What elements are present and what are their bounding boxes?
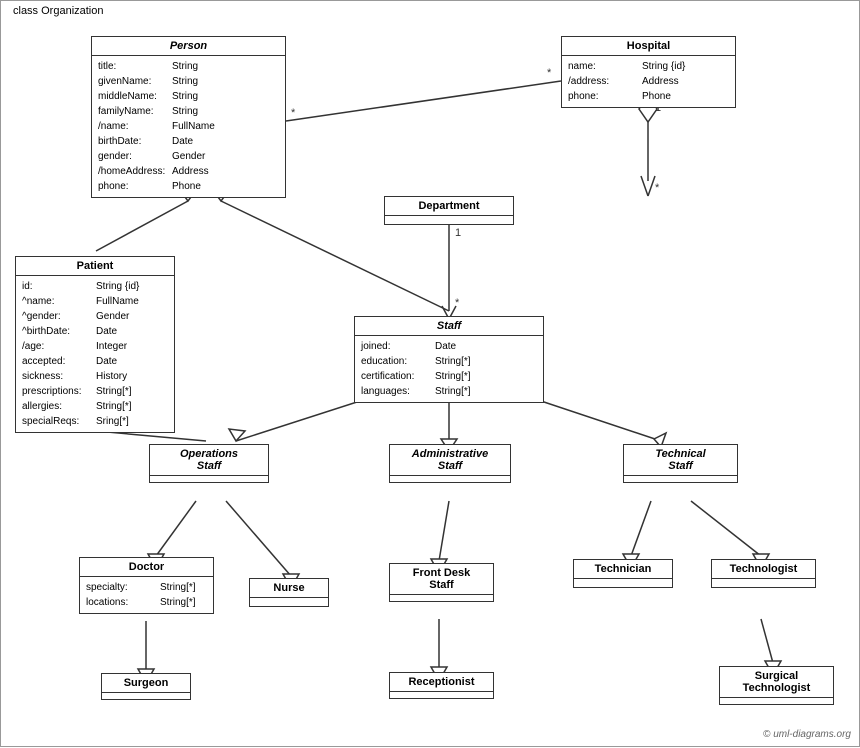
class-doctor: Doctor specialty:String[*] locations:Str… (79, 557, 214, 614)
svg-text:1: 1 (455, 227, 461, 239)
svg-text:*: * (655, 182, 660, 194)
person-header: Person (92, 37, 285, 56)
operations-staff-body (150, 476, 268, 482)
technical-staff-body (624, 476, 737, 482)
front-desk-header: Front Desk Staff (390, 564, 493, 595)
receptionist-header: Receptionist (390, 673, 493, 692)
class-department: Department (384, 196, 514, 225)
surgeon-header: Surgeon (102, 674, 190, 693)
front-desk-body (390, 595, 493, 601)
hospital-header: Hospital (562, 37, 735, 56)
technical-staff-header: Technical Staff (624, 445, 737, 476)
department-body (385, 216, 513, 224)
class-operations-staff: Operations Staff (149, 444, 269, 483)
diagram-container: class Organization 1 * 1 * * (0, 0, 860, 747)
admin-staff-header: Administrative Staff (390, 445, 510, 476)
person-body: title:String givenName:String middleName… (92, 56, 285, 197)
copyright: © uml-diagrams.org (763, 729, 851, 740)
class-patient: Patient id:String {id} ^name:FullName ^g… (15, 256, 175, 433)
class-admin-staff: Administrative Staff (389, 444, 511, 483)
staff-header: Staff (355, 317, 543, 336)
department-header: Department (385, 197, 513, 216)
class-technologist: Technologist (711, 559, 816, 588)
class-surgical-technologist: Surgical Technologist (719, 666, 834, 705)
technician-body (574, 579, 672, 587)
class-person: Person title:String givenName:String mid… (91, 36, 286, 198)
class-front-desk: Front Desk Staff (389, 563, 494, 602)
nurse-body (250, 598, 328, 606)
patient-header: Patient (16, 257, 174, 276)
staff-body: joined:Date education:String[*] certific… (355, 336, 543, 402)
class-hospital: Hospital name:String {id} /address:Addre… (561, 36, 736, 108)
surgical-technologist-body (720, 698, 833, 704)
surgical-technologist-header: Surgical Technologist (720, 667, 833, 698)
technologist-header: Technologist (712, 560, 815, 579)
hospital-body: name:String {id} /address:Address phone:… (562, 56, 735, 107)
svg-text:*: * (547, 67, 552, 79)
class-receptionist: Receptionist (389, 672, 494, 699)
technologist-body (712, 579, 815, 587)
class-technician: Technician (573, 559, 673, 588)
svg-text:*: * (291, 107, 296, 119)
technician-header: Technician (574, 560, 672, 579)
patient-body: id:String {id} ^name:FullName ^gender:Ge… (16, 276, 174, 432)
svg-text:*: * (455, 297, 460, 309)
class-surgeon: Surgeon (101, 673, 191, 700)
surgeon-body (102, 693, 190, 699)
class-nurse: Nurse (249, 578, 329, 607)
class-staff: Staff joined:Date education:String[*] ce… (354, 316, 544, 403)
receptionist-body (390, 692, 493, 698)
doctor-body: specialty:String[*] locations:String[*] (80, 577, 213, 613)
doctor-header: Doctor (80, 558, 213, 577)
operations-staff-header: Operations Staff (150, 445, 268, 476)
nurse-header: Nurse (250, 579, 328, 598)
class-technical-staff: Technical Staff (623, 444, 738, 483)
diagram-title: class Organization (9, 5, 108, 17)
admin-staff-body (390, 476, 510, 482)
